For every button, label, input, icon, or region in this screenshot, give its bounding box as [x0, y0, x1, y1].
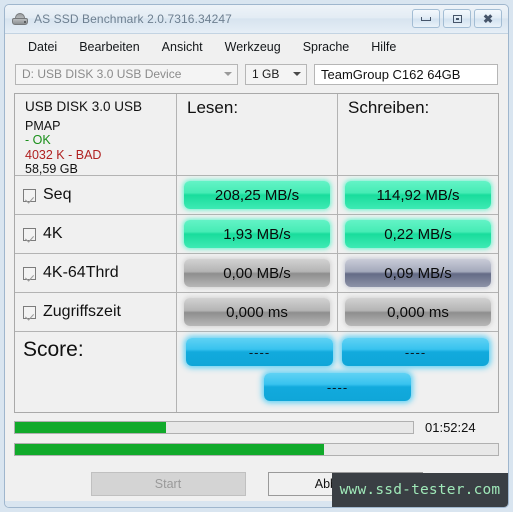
checkbox-zugriffszeit[interactable] [23, 305, 36, 319]
score-write-value: ---- [342, 338, 489, 366]
menu-item-bearbeiten[interactable]: Bearbeiten [68, 36, 150, 58]
write-column-header-cell: Schreiben: [338, 94, 498, 175]
progress-section: 01:52:24 [14, 420, 499, 456]
watermark-overlay: www.ssd-tester.com [332, 473, 508, 507]
test-label-4k64thrd-cell: 4K-64Thrd [15, 254, 177, 292]
total-progress-bar [14, 443, 499, 456]
device-name-field[interactable]: TeamGroup C162 64GB [314, 63, 498, 85]
watermark-text: www.ssd-tester.com [339, 482, 501, 498]
write-column-header: Schreiben: [348, 98, 430, 117]
device-name-value: TeamGroup C162 64GB [321, 66, 461, 82]
4k64thrd-read-cell: 0,00 MB/s [177, 254, 338, 292]
test-row-4k: 4K 1,93 MB/s 0,22 MB/s [15, 215, 498, 254]
hard-drive-icon [12, 12, 28, 26]
score-total-value: ---- [264, 373, 411, 401]
drive-info-panel: USB DISK 3.0 USB PMAP - OK 4032 K - BAD … [15, 94, 177, 176]
score-top-row: ---- ---- [183, 338, 492, 366]
current-progress-bar [14, 421, 414, 434]
seq-write-value: 114,92 MB/s [345, 181, 491, 209]
menu-item-datei[interactable]: Datei [17, 36, 68, 58]
total-progress-row [14, 443, 499, 456]
drive-select[interactable]: D: USB DISK 3.0 USB Device [15, 63, 238, 85]
test-label-zugriffszeit-cell: Zugriffszeit [15, 293, 177, 331]
test-label-4k: 4K [43, 225, 63, 242]
chevron-down-icon [293, 71, 301, 79]
menu-item-hilfe[interactable]: Hilfe [360, 36, 407, 58]
zugriffszeit-read-cell: 0,000 ms [177, 293, 338, 331]
minimize-button[interactable] [412, 9, 440, 28]
4k64thrd-read-value: 0,00 MB/s [184, 259, 330, 287]
score-label-cell: Score: [15, 332, 177, 412]
current-progress-fill [15, 422, 167, 433]
close-icon: ✖ [482, 11, 494, 26]
zugriffszeit-write-cell: 0,000 ms [338, 293, 498, 331]
4k64thrd-write-value: 0,09 MB/s [345, 259, 491, 287]
read-column-header: Lesen: [187, 98, 239, 117]
seq-write-cell: 114,92 MB/s [338, 176, 498, 214]
seq-read-cell: 208,25 MB/s [177, 176, 338, 214]
results-grid: USB DISK 3.0 USB PMAP - OK 4032 K - BAD … [14, 93, 499, 413]
test-row-4k64thrd: 4K-64Thrd 0,00 MB/s 0,09 MB/s [15, 254, 498, 293]
drive-capacity: 58,59 GB [25, 162, 78, 176]
toolbar: D: USB DISK 3.0 USB Device 1 GB TeamGrou… [5, 60, 508, 88]
menu-item-ansicht[interactable]: Ansicht [151, 36, 214, 58]
minimize-icon [421, 16, 431, 21]
4k-read-cell: 1,93 MB/s [177, 215, 338, 253]
zugriffszeit-read-value: 0,000 ms [184, 298, 330, 326]
score-values-area: ---- ---- ---- [177, 332, 498, 412]
checkbox-seq[interactable] [23, 188, 36, 202]
drive-status-ok: - OK [25, 133, 51, 147]
test-row-seq: Seq 208,25 MB/s 114,92 MB/s [15, 176, 498, 215]
drive-select-value: D: USB DISK 3.0 USB Device [22, 67, 182, 81]
test-label-seq-cell: Seq [15, 176, 177, 214]
restore-button[interactable] [443, 9, 471, 28]
4k-write-value: 0,22 MB/s [345, 220, 491, 248]
test-label-seq: Seq [43, 186, 72, 203]
chevron-down-icon [224, 71, 232, 79]
score-label: Score: [23, 338, 84, 361]
menu-bar: Datei Bearbeiten Ansicht Werkzeug Sprach… [5, 34, 508, 60]
test-label-zugriffszeit: Zugriffszeit [43, 303, 121, 320]
4k-write-cell: 0,22 MB/s [338, 215, 498, 253]
score-read-value: ---- [186, 338, 333, 366]
size-select-value: 1 GB [252, 67, 280, 81]
size-select[interactable]: 1 GB [245, 63, 307, 85]
score-bottom-row: ---- [264, 373, 411, 401]
drive-status-bad: 4032 K - BAD [25, 147, 102, 162]
total-progress-fill [15, 444, 325, 455]
test-row-zugriffszeit: Zugriffszeit 0,000 ms 0,000 ms [15, 293, 498, 332]
close-button[interactable]: ✖ [474, 9, 502, 28]
elapsed-time: 01:52:24 [425, 420, 476, 435]
app-window: AS SSD Benchmark 2.0.7316.34247 ✖ Datei … [4, 4, 509, 508]
info-row: USB DISK 3.0 USB PMAP - OK 4032 K - BAD … [15, 94, 498, 176]
window-controls: ✖ [412, 9, 502, 28]
start-button[interactable]: Start [90, 472, 246, 496]
score-row: Score: ---- ---- ---- [15, 332, 498, 412]
drive-model: USB DISK 3.0 USB [25, 99, 143, 114]
read-column-header-cell: Lesen: [177, 94, 338, 175]
title-bar: AS SSD Benchmark 2.0.7316.34247 ✖ [5, 5, 508, 34]
menu-item-werkzeug[interactable]: Werkzeug [214, 36, 292, 58]
zugriffszeit-write-value: 0,000 ms [345, 298, 491, 326]
checkbox-4k[interactable] [23, 227, 36, 241]
restore-icon [452, 14, 462, 23]
test-label-4k-64thrd: 4K-64Thrd [43, 264, 119, 281]
current-progress-row: 01:52:24 [14, 420, 499, 435]
window-title: AS SSD Benchmark 2.0.7316.34247 [34, 12, 232, 26]
drive-firmware: PMAP [25, 118, 61, 133]
test-label-4k-cell: 4K [15, 215, 177, 253]
menu-item-sprache[interactable]: Sprache [292, 36, 361, 58]
4k-read-value: 1,93 MB/s [184, 220, 330, 248]
seq-read-value: 208,25 MB/s [184, 181, 330, 209]
4k64thrd-write-cell: 0,09 MB/s [338, 254, 498, 292]
checkbox-4k-64thrd[interactable] [23, 266, 36, 280]
